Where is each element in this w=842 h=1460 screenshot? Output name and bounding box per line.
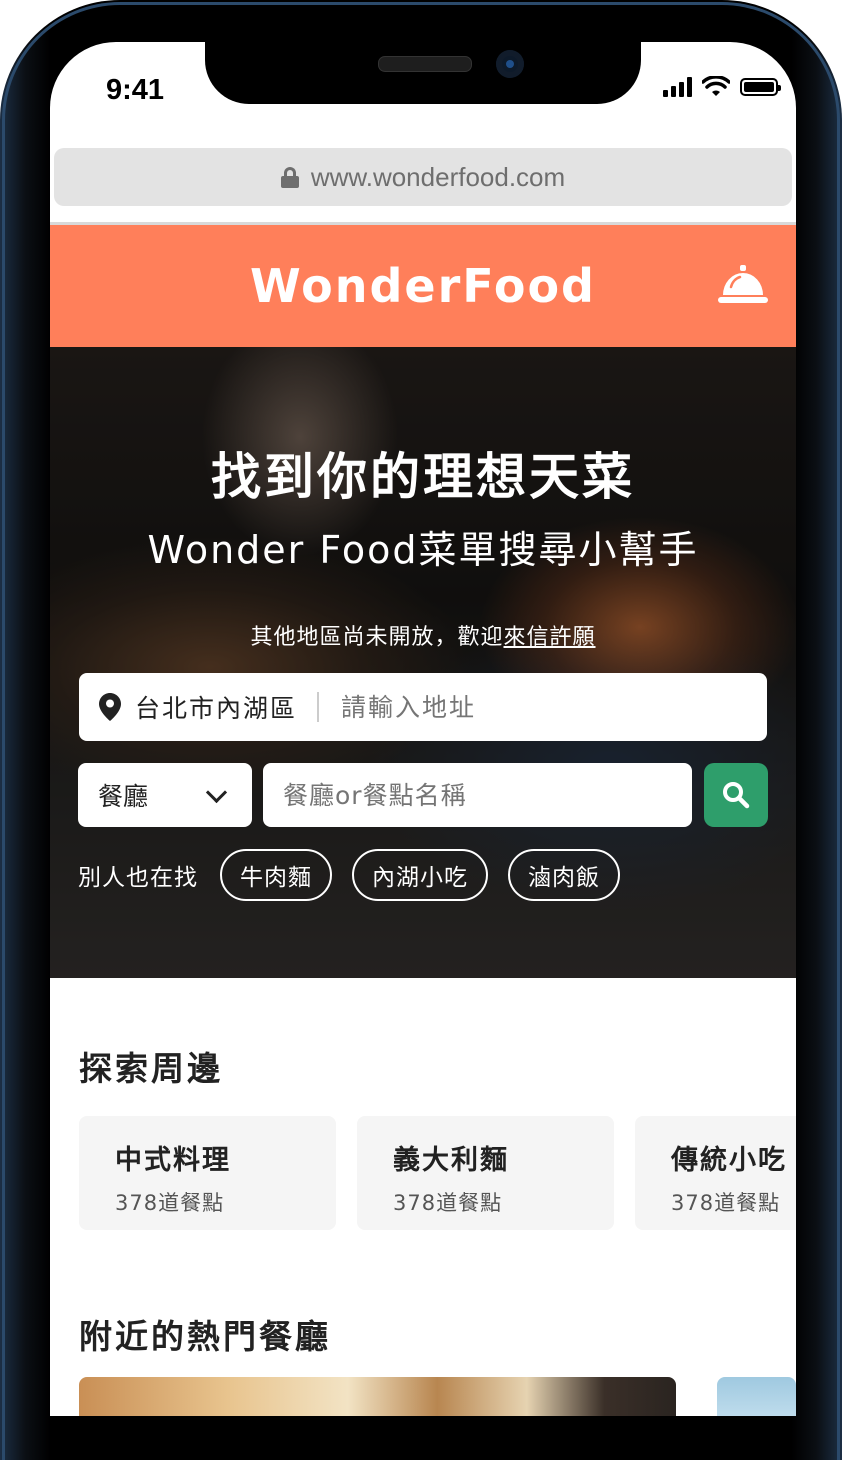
brand-logo[interactable]: WonderFood	[250, 259, 596, 313]
category-card[interactable]: 傳統小吃 378道餐點	[635, 1116, 796, 1230]
speaker-grille	[378, 56, 472, 72]
location-city[interactable]: 台北市內湖區	[135, 689, 297, 725]
region-note: 其他地區尚未開放，歡迎來信許願	[50, 619, 796, 651]
battery-icon	[740, 78, 781, 96]
category-card[interactable]: 義大利麵 378道餐點	[357, 1116, 614, 1230]
location-field[interactable]: 台北市內湖區	[79, 673, 767, 741]
category-count: 378道餐點	[671, 1191, 781, 1215]
wish-link[interactable]: 來信許願	[504, 625, 596, 650]
hero-banner: 找到你的理想天菜 Wonder Food菜單搜尋小幫手 其他地區尚未開放，歡迎來…	[50, 347, 796, 978]
hero-subtitle: Wonder Food菜單搜尋小幫手	[147, 528, 699, 572]
type-select-value: 餐廳	[98, 782, 149, 811]
category-name: 中式料理	[115, 1145, 231, 1176]
signal-icon	[663, 77, 692, 97]
status-time: 9:41	[106, 74, 165, 106]
pin-icon	[99, 693, 121, 721]
wifi-icon	[702, 76, 730, 96]
trending-label: 別人也在找	[78, 865, 198, 891]
region-note-text: 其他地區尚未開放，歡迎	[250, 625, 504, 650]
restaurant-card[interactable]	[717, 1377, 796, 1416]
search-row: 餐廳	[78, 763, 768, 827]
restaurant-card[interactable]	[79, 1377, 676, 1416]
category-card[interactable]: 中式料理 378道餐點	[79, 1116, 336, 1230]
screen: 9:41 www.wonderfood.com WonderFood 找到你的理…	[50, 42, 796, 1416]
address-input[interactable]	[339, 691, 704, 723]
app-header: WonderFood	[50, 225, 796, 347]
type-select[interactable]: 餐廳	[78, 763, 252, 827]
phone-notch	[205, 42, 641, 104]
tag-chip[interactable]: 內湖小吃	[352, 849, 488, 901]
category-count: 378道餐點	[115, 1191, 225, 1215]
bell-icon[interactable]	[718, 263, 768, 307]
search-icon	[723, 782, 750, 809]
location-divider	[317, 692, 320, 722]
category-count: 378道餐點	[393, 1191, 503, 1215]
tag-chip[interactable]: 牛肉麵	[220, 849, 332, 901]
lock-icon	[280, 167, 299, 188]
status-icons	[663, 76, 781, 98]
camera-icon	[496, 50, 524, 78]
search-button[interactable]	[704, 763, 768, 827]
url-text: www.wonderfood.com	[310, 161, 566, 192]
section-title-popular: 附近的熱門餐廳	[79, 1317, 331, 1356]
hero-title: 找到你的理想天菜	[211, 448, 635, 506]
tag-chip[interactable]: 滷肉飯	[508, 849, 620, 901]
category-name: 傳統小吃	[671, 1145, 787, 1176]
address-bar[interactable]: www.wonderfood.com	[54, 148, 792, 206]
section-title-explore: 探索周邊	[79, 1049, 223, 1088]
category-name: 義大利麵	[393, 1145, 509, 1176]
trending-row: 別人也在找 牛肉麵 內湖小吃 滷肉飯	[78, 849, 620, 901]
search-input[interactable]	[263, 763, 692, 827]
chevron-down-icon	[205, 781, 228, 804]
